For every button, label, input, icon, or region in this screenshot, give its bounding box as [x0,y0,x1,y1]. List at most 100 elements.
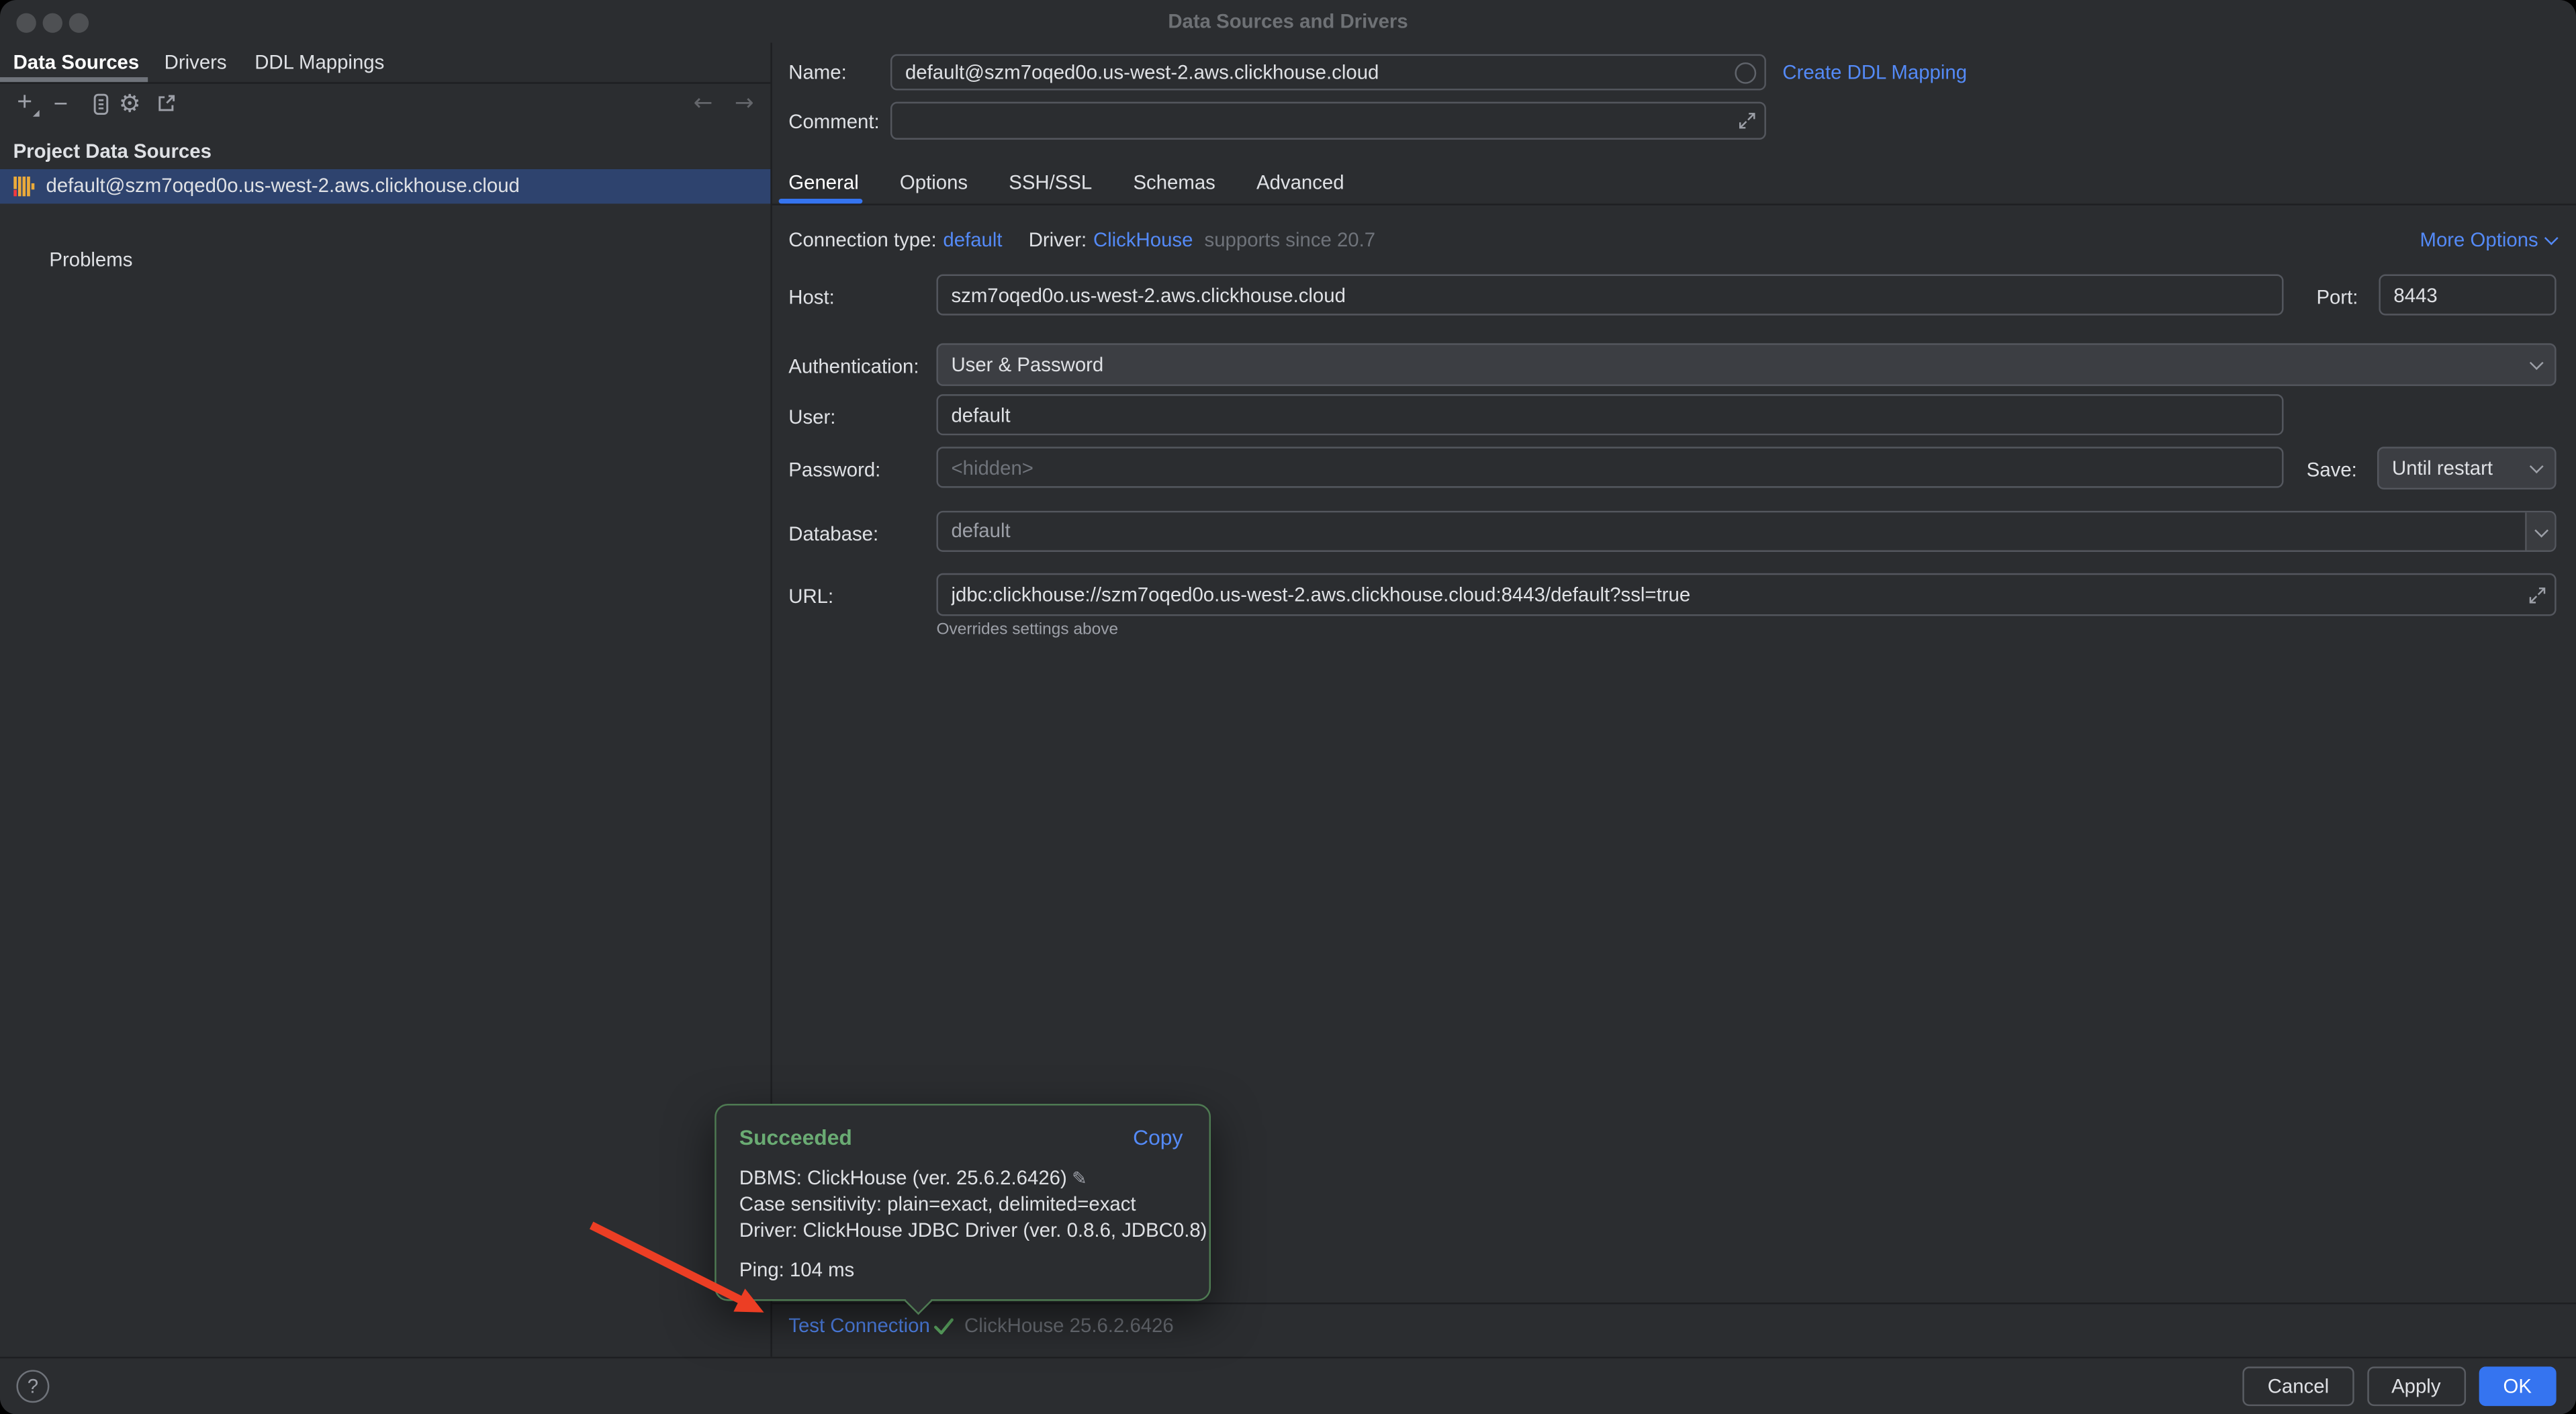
titlebar: Data Sources and Drivers [0,0,2576,43]
apply-button[interactable]: Apply [2366,1366,2465,1406]
connection-type-value-link[interactable]: default [943,228,1002,251]
url-label: URL: [788,585,833,608]
expand-icon[interactable] [2528,586,2546,604]
user-label: User: [788,406,835,428]
comment-label: Comment: [788,110,879,133]
active-tab-indicator [0,77,148,82]
popup-copy-link[interactable]: Copy [1133,1125,1183,1150]
edit-pencil-icon[interactable]: ✎ [1072,1167,1087,1188]
port-input[interactable] [2381,276,2555,314]
inner-tabbar-divider [772,203,2576,205]
tab-advanced[interactable]: Advanced [1256,171,1344,193]
test-strip-divider [772,1303,2576,1304]
annotation-arrow [0,0,2576,1414]
data-source-item-label: default@szm7oqed0o.us-west-2.aws.clickho… [46,169,519,203]
more-options-label: More Options [2420,228,2538,251]
external-link-icon [154,92,177,115]
connection-type-row: Connection type: default Driver: ClickHo… [788,228,1375,251]
problems-node[interactable]: Problems [49,248,132,271]
copy-icon [88,91,113,116]
comment-field[interactable] [890,102,1766,140]
remove-data-source-button[interactable]: − [44,87,77,120]
success-check-icon [933,1317,955,1337]
url-input[interactable] [938,575,2555,614]
password-input[interactable] [938,449,2282,486]
expand-icon[interactable] [1738,111,1756,130]
project-data-sources-header: Project Data Sources [13,140,212,162]
forward-button[interactable]: → [728,87,761,120]
dropdown-corner-icon [33,110,40,117]
authentication-label: Authentication: [788,355,919,377]
popup-dbms-line: DBMS: ClickHouse (ver. 25.6.2.6426) ✎ [739,1166,1087,1189]
url-note: Overrides settings above [936,621,1118,639]
more-options-link[interactable]: More Options [2420,228,2557,251]
data-source-list-item[interactable]: default@szm7oqed0o.us-west-2.aws.clickho… [0,169,770,203]
create-ddl-mapping-link[interactable]: Create DDL Mapping [1782,61,1967,84]
tab-schemas[interactable]: Schemas [1133,171,1215,193]
save-label: Save: [2307,459,2357,481]
tab-ssh-ssl[interactable]: SSH/SSL [1009,171,1092,193]
minus-icon: − [54,89,68,117]
name-field[interactable] [890,54,1766,91]
add-data-source-button[interactable]: + [8,87,41,120]
driver-label: Driver: [1029,228,1087,251]
popup-dbms-text: DBMS: ClickHouse (ver. 25.6.2.6426) [739,1166,1067,1189]
active-inner-tab-indicator [779,199,863,203]
chevron-down-icon [2530,459,2544,473]
password-label: Password: [788,459,880,481]
test-connection-link[interactable]: Test Connection [788,1314,930,1337]
name-input[interactable] [892,56,1764,89]
comment-input[interactable] [892,103,1764,138]
cancel-button[interactable]: Cancel [2243,1366,2354,1406]
gear-icon: ⚙ [119,89,141,118]
loading-circle-icon [1735,62,1756,83]
open-in-new-button[interactable] [150,87,183,120]
tab-options[interactable]: Options [900,171,968,193]
database-combobox[interactable]: default [936,511,2556,552]
tab-drivers[interactable]: Drivers [165,51,227,74]
data-sources-dialog: Data Sources and Drivers Data Sources Dr… [0,0,2576,1414]
driver-value-link[interactable]: ClickHouse [1093,228,1193,251]
plus-icon: + [17,92,32,115]
succeeded-popup: Succeeded Copy DBMS: ClickHouse (ver. 25… [715,1104,1211,1301]
arrow-left-icon: ← [694,91,713,117]
port-field[interactable] [2379,275,2556,316]
tabbar-divider [0,82,770,83]
popup-case-line: Case sensitivity: plain=exact, delimited… [739,1192,1136,1215]
save-value: Until restart [2392,457,2532,479]
clickhouse-icon [13,176,35,197]
footer-bar: ? Cancel Apply OK [0,1357,2576,1414]
save-dropdown[interactable]: Until restart [2377,446,2557,489]
host-input[interactable] [938,276,2282,314]
user-input[interactable] [938,396,2282,434]
connection-tabs: General Options SSH/SSL Schemas Advanced [788,171,1344,193]
tab-ddl-mappings[interactable]: DDL Mappings [255,51,384,74]
tab-data-sources[interactable]: Data Sources [13,51,140,74]
back-button[interactable]: ← [687,87,720,120]
question-mark-icon: ? [28,1375,38,1398]
authentication-value: User & Password [951,353,2531,376]
host-label: Host: [788,286,835,309]
name-label: Name: [788,61,846,84]
popup-title: Succeeded [739,1125,852,1150]
chevron-down-icon [2530,355,2544,369]
help-button[interactable]: ? [16,1370,49,1403]
url-field[interactable] [936,573,2556,616]
popup-driver-line: Driver: ClickHouse JDBC Driver (ver. 0.8… [739,1219,1207,1241]
host-field[interactable] [936,275,2283,316]
arrow-right-icon: → [735,91,754,117]
authentication-dropdown[interactable]: User & Password [936,343,2556,386]
popup-ping-line: Ping: 104 ms [739,1258,854,1281]
ok-button[interactable]: OK [2479,1366,2557,1406]
database-value: default [951,512,1010,550]
chevron-down-icon [2534,523,2548,537]
duplicate-button[interactable] [84,87,117,120]
password-field[interactable] [936,446,2283,487]
settings-button[interactable]: ⚙ [113,87,146,120]
combo-arrow-cell[interactable] [2525,512,2555,550]
window-title: Data Sources and Drivers [0,10,2576,33]
tab-general[interactable]: General [788,171,858,193]
port-label: Port: [2316,286,2358,309]
user-field[interactable] [936,394,2283,435]
database-label: Database: [788,522,878,545]
